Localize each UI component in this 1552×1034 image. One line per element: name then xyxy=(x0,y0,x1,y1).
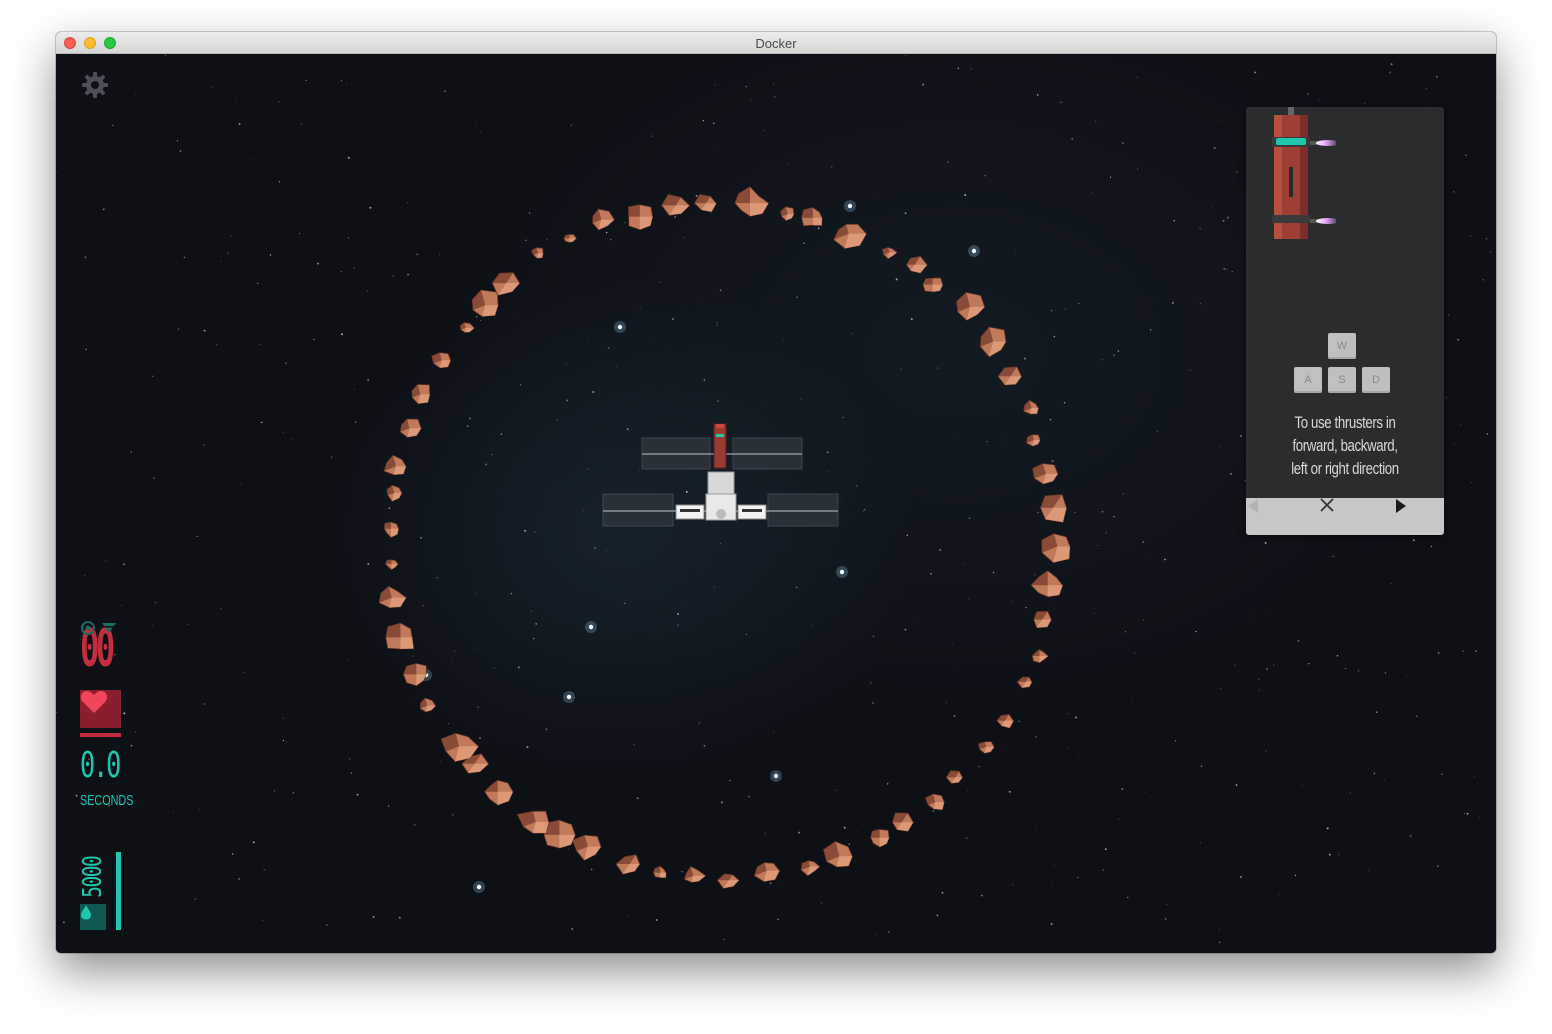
filter-icon xyxy=(102,623,116,633)
ship-thrusters-illustration xyxy=(1272,107,1336,239)
tutorial-text: To use thrusters in forward, backward, l… xyxy=(1291,413,1399,478)
health-indicator xyxy=(80,690,121,728)
previous-button[interactable] xyxy=(1246,498,1296,535)
key-d: D xyxy=(1362,367,1390,393)
game-canvas[interactable]: 00 0.0 SECONDS 5000 W A S D To use thrus… xyxy=(56,54,1496,953)
station-core xyxy=(675,471,767,521)
target-icon xyxy=(81,621,95,635)
triangle-right-icon xyxy=(1396,499,1406,513)
fuel-bar xyxy=(116,852,121,930)
health-bar xyxy=(80,733,121,737)
elapsed-time-label: SECONDS xyxy=(80,792,134,809)
elapsed-time: 0.0 xyxy=(80,745,121,786)
close-tutorial-button[interactable] xyxy=(1320,498,1370,535)
tutorial-panel: W A S D To use thrusters in forward, bac… xyxy=(1246,107,1444,535)
key-s: S xyxy=(1328,367,1356,393)
hud-status-icons xyxy=(81,621,116,635)
settings-gear-icon[interactable] xyxy=(80,70,110,100)
next-button[interactable] xyxy=(1394,498,1444,535)
window-title: Docker xyxy=(755,36,797,51)
tutorial-navigation xyxy=(1246,498,1444,535)
hud: 00 0.0 SECONDS 5000 xyxy=(78,620,133,930)
triangle-left-icon xyxy=(1248,499,1258,513)
heart-icon xyxy=(80,691,108,713)
key-w: W xyxy=(1328,333,1356,359)
app-window: Docker 00 0.0 SECONDS 5000 W A S D To us… xyxy=(56,32,1496,953)
close-icon xyxy=(1320,498,1334,512)
fuel-indicator xyxy=(80,904,106,930)
docking-ship xyxy=(713,423,727,469)
key-a: A xyxy=(1294,367,1322,393)
fuel-counter: 5000 xyxy=(78,856,108,898)
drop-icon xyxy=(81,905,91,920)
titlebar: Docker xyxy=(56,32,1496,54)
